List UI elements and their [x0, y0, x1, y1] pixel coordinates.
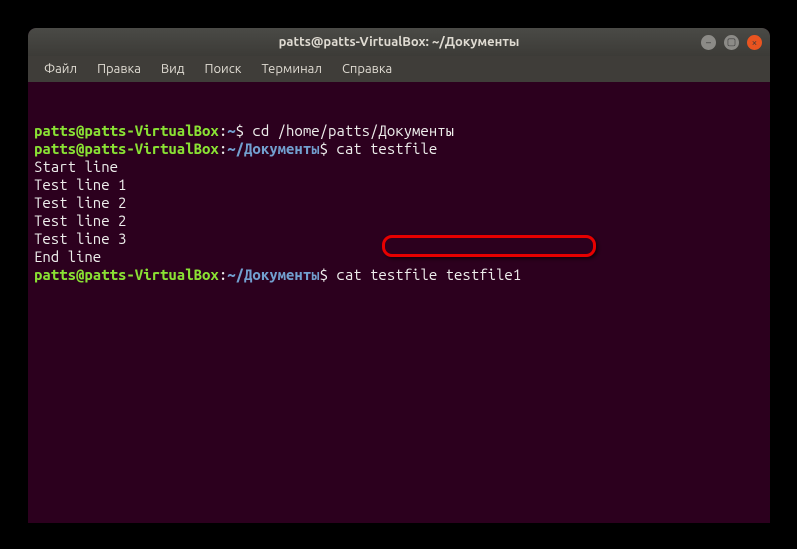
command-text: cat testfile testfile1: [328, 266, 521, 283]
terminal-line: patts@patts-VirtualBox:~/Документы$ cat …: [34, 140, 764, 158]
output-line: Start line: [34, 158, 764, 176]
prompt-dollar: $: [320, 266, 328, 283]
prompt-colon: :: [219, 140, 227, 157]
prompt-path: ~/Документы: [227, 140, 319, 157]
close-button[interactable]: ×: [747, 35, 762, 50]
prompt-path: ~: [227, 122, 235, 139]
command-text: cat testfile: [328, 140, 437, 157]
command-text: cd /home/patts/Документы: [244, 122, 454, 139]
menu-edit[interactable]: Правка: [89, 59, 149, 79]
titlebar: patts@patts-VirtualBox: ~/Документы – ▢ …: [28, 28, 770, 56]
output-line: End line: [34, 248, 764, 266]
minimize-button[interactable]: –: [701, 35, 716, 50]
terminal-line: patts@patts-VirtualBox:~/Документы$ cat …: [34, 266, 764, 284]
output-line: Test line 2: [34, 194, 764, 212]
menu-help[interactable]: Справка: [334, 59, 400, 79]
menu-terminal[interactable]: Терминал: [253, 59, 329, 79]
prompt-dollar: $: [236, 122, 244, 139]
prompt-user: patts@patts-VirtualBox: [34, 140, 219, 157]
terminal-line: patts@patts-VirtualBox:~$ cd /home/patts…: [34, 122, 764, 140]
output-line: Test line 1: [34, 176, 764, 194]
prompt-colon: :: [219, 122, 227, 139]
menu-file[interactable]: Файл: [36, 59, 85, 79]
window-controls: – ▢ ×: [701, 35, 762, 50]
menu-search[interactable]: Поиск: [196, 59, 249, 79]
menu-view[interactable]: Вид: [153, 59, 193, 79]
prompt-path: ~/Документы: [227, 266, 319, 283]
terminal-window: patts@patts-VirtualBox: ~/Документы – ▢ …: [28, 28, 770, 523]
prompt-colon: :: [219, 266, 227, 283]
terminal-body[interactable]: patts@patts-VirtualBox:~$ cd /home/patts…: [28, 82, 770, 523]
output-line: Test line 2: [34, 212, 764, 230]
window-title: patts@patts-VirtualBox: ~/Документы: [279, 35, 520, 49]
maximize-button[interactable]: ▢: [724, 35, 739, 50]
prompt-user: patts@patts-VirtualBox: [34, 122, 219, 139]
menubar: Файл Правка Вид Поиск Терминал Справка: [28, 56, 770, 82]
output-line: Test line 3: [34, 230, 764, 248]
prompt-dollar: $: [320, 140, 328, 157]
prompt-user: patts@patts-VirtualBox: [34, 266, 219, 283]
